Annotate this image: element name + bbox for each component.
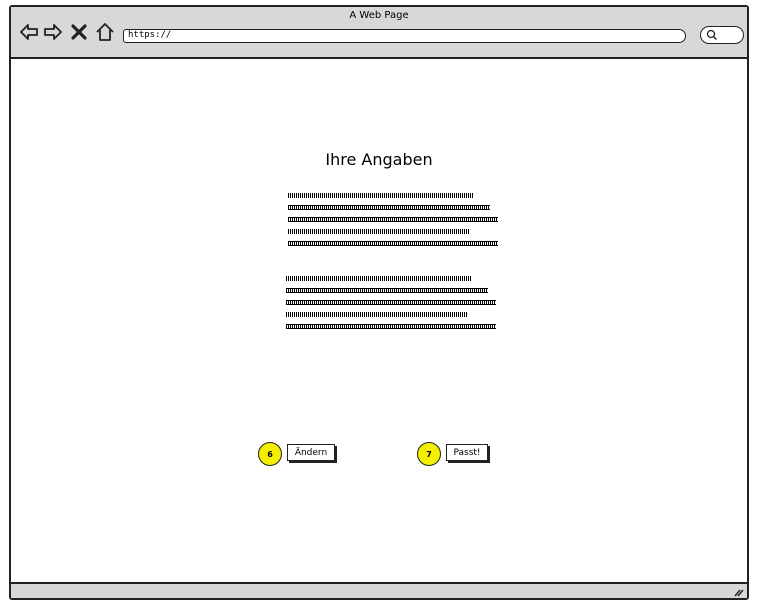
- text-line: [288, 217, 498, 222]
- paragraph-2: [286, 276, 496, 336]
- text-line: [288, 241, 498, 246]
- search-icon: [706, 29, 717, 40]
- text-line: [286, 324, 496, 329]
- forward-arrow-icon[interactable]: [43, 22, 63, 42]
- change-button[interactable]: Ändern: [287, 444, 335, 461]
- window-title: A Web Page: [349, 10, 409, 21]
- text-line: [288, 205, 498, 210]
- search-button[interactable]: [700, 26, 744, 44]
- confirm-button[interactable]: Passt!: [446, 444, 488, 461]
- url-input[interactable]: https://: [123, 29, 686, 43]
- text-line: [286, 276, 496, 281]
- step-badge-7: 7: [417, 442, 441, 466]
- close-icon[interactable]: [69, 22, 89, 42]
- home-icon[interactable]: [95, 22, 115, 42]
- text-line: [286, 300, 496, 305]
- paragraph-1: [288, 193, 498, 253]
- status-bar: [11, 582, 747, 598]
- resize-grip-icon[interactable]: [732, 585, 744, 597]
- text-line: [288, 193, 498, 198]
- back-arrow-icon[interactable]: [19, 22, 39, 42]
- browser-titlebar: A Web Page https://: [11, 7, 747, 59]
- step-badge-6: 6: [258, 442, 282, 466]
- browser-window: A Web Page https:// Ihre Angaben 6 Änder…: [9, 5, 749, 600]
- page-title: Ihre Angaben: [325, 150, 433, 169]
- text-line: [286, 312, 496, 317]
- text-line: [286, 288, 496, 293]
- text-line: [288, 229, 498, 234]
